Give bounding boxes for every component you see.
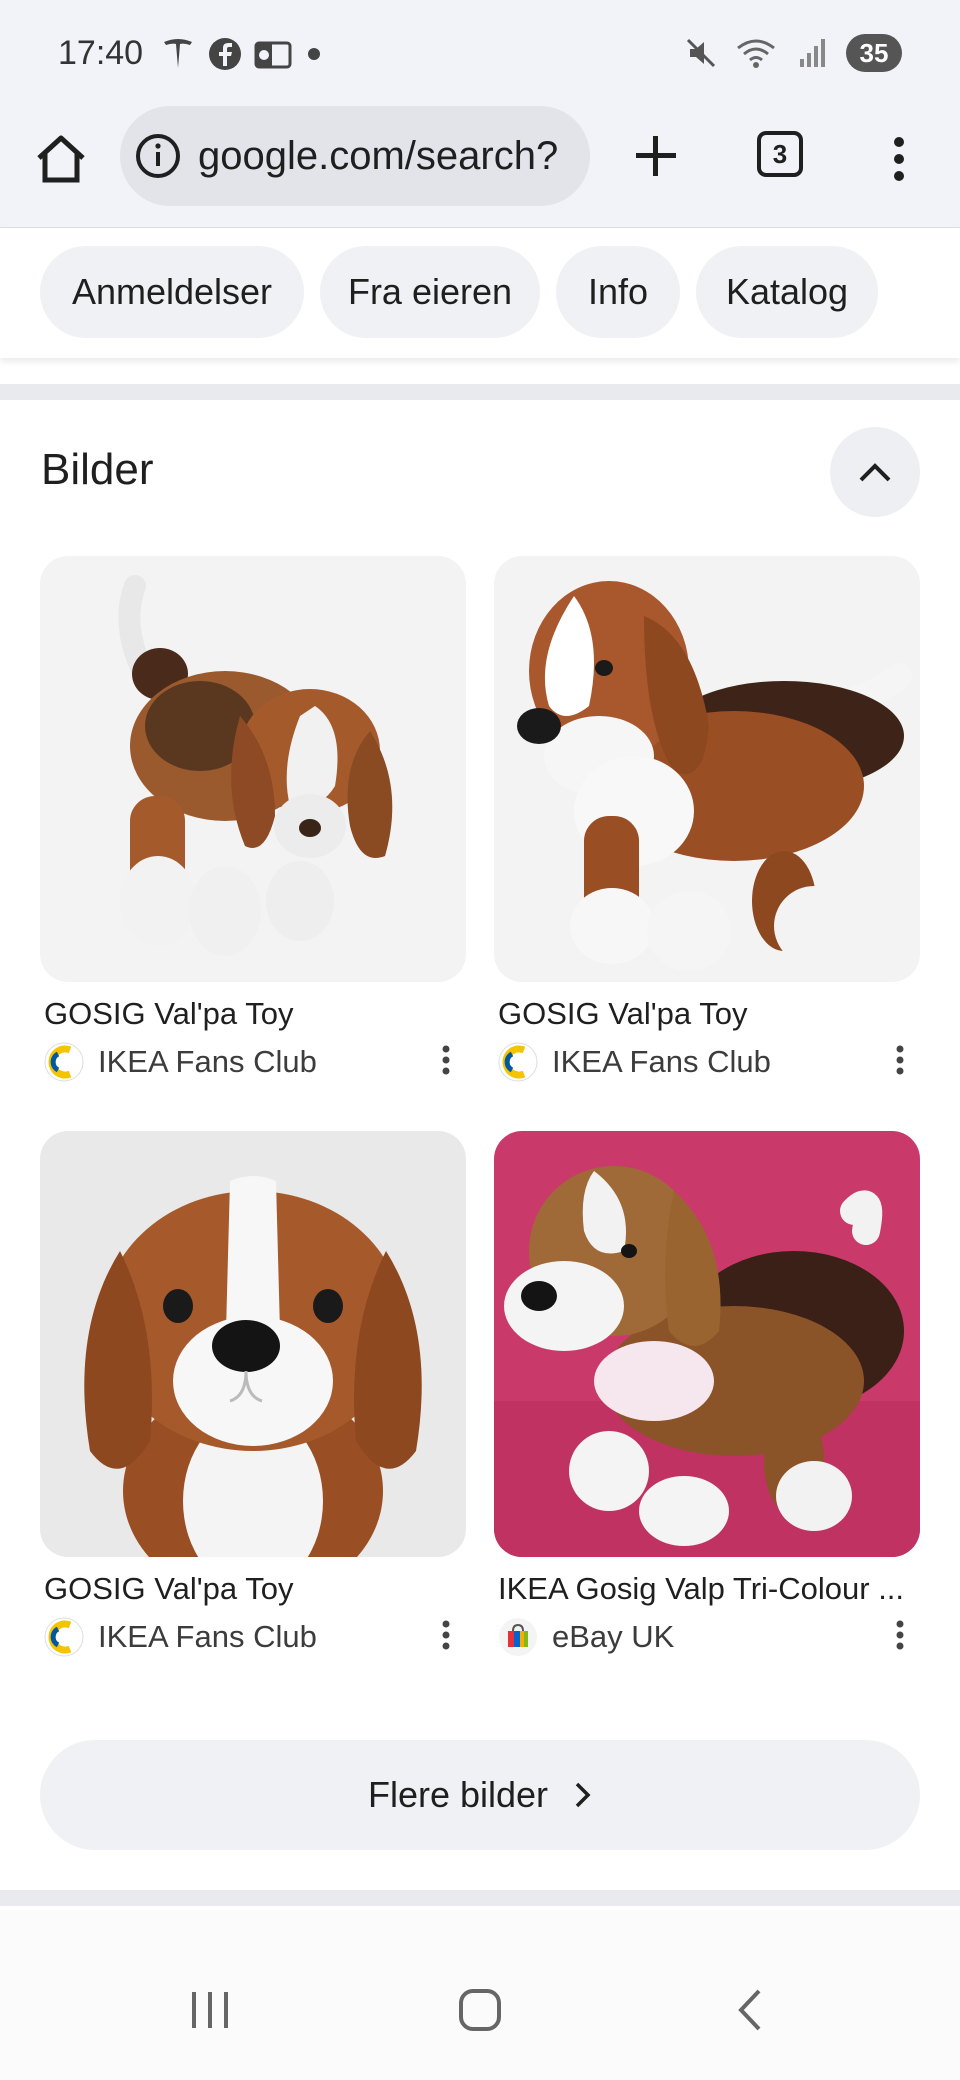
tab-switcher-button[interactable]: 3 — [757, 131, 803, 177]
chip-info[interactable]: Info — [556, 246, 680, 338]
browser-toolbar: google.com/search? 3 — [0, 104, 960, 228]
facebook-icon — [209, 38, 241, 70]
image-source[interactable]: IKEA Fans Club — [44, 1617, 317, 1657]
mute-icon — [686, 38, 716, 68]
collapse-button[interactable] — [830, 427, 920, 517]
image-thumbnail[interactable] — [40, 1131, 466, 1557]
image-title[interactable]: GOSIG Val'pa Toy — [44, 996, 464, 1032]
image-title[interactable]: GOSIG Val'pa Toy — [498, 996, 918, 1032]
more-options-button[interactable] — [434, 1040, 458, 1080]
system-nav-bar — [0, 1910, 960, 2080]
image-source[interactable]: IKEA Fans Club — [498, 1042, 771, 1082]
url-text: google.com/search? — [198, 133, 559, 178]
recent-apps-button[interactable] — [180, 1980, 240, 2040]
back-icon — [738, 1989, 761, 2031]
chip-anmeldelser[interactable]: Anmeldelser — [40, 246, 304, 338]
chip-fra-eieren[interactable]: Fra eieren — [320, 246, 540, 338]
overflow-menu-button[interactable] — [874, 126, 924, 192]
outlook-icon — [254, 41, 292, 69]
wifi-icon — [737, 39, 775, 68]
home-nav-icon — [459, 1989, 501, 2031]
image-title[interactable]: GOSIG Val'pa Toy — [44, 1571, 464, 1607]
image-source[interactable]: IKEA Fans Club — [44, 1042, 317, 1082]
plus-icon — [636, 136, 676, 176]
more-vert-icon — [896, 1045, 904, 1075]
status-icons: 35 — [684, 34, 902, 72]
image-thumbnail[interactable] — [494, 1131, 920, 1557]
home-button[interactable] — [30, 128, 92, 190]
more-images-button[interactable]: Flere bilder — [40, 1740, 920, 1850]
more-vert-icon — [896, 1620, 904, 1650]
ikea-fans-club-icon — [44, 1617, 84, 1657]
more-vert-icon — [442, 1045, 450, 1075]
plush-dog-image — [40, 1131, 466, 1557]
status-time: 17:40 — [58, 34, 144, 72]
plush-dog-image — [494, 1131, 920, 1557]
home-nav-button[interactable] — [450, 1980, 510, 2040]
signal-icon — [800, 39, 825, 67]
chevron-up-icon — [859, 463, 891, 482]
source-name: IKEA Fans Club — [98, 1619, 317, 1654]
ikea-fans-club-icon — [498, 1042, 538, 1082]
status-bar: 17:40 35 — [0, 0, 960, 104]
new-tab-button[interactable] — [626, 126, 686, 186]
ebay-icon — [499, 1618, 537, 1656]
more-notifications-dot-icon — [308, 48, 320, 60]
plush-dog-image — [494, 556, 920, 982]
more-options-button[interactable] — [434, 1615, 458, 1655]
more-vert-icon — [442, 1620, 450, 1650]
address-bar[interactable]: google.com/search? — [120, 106, 590, 206]
chip-katalog[interactable]: Katalog — [696, 246, 878, 338]
home-icon — [37, 135, 85, 183]
source-name: eBay UK — [552, 1619, 675, 1654]
back-button[interactable] — [720, 1980, 780, 2040]
battery-indicator: 35 — [846, 34, 902, 72]
more-options-button[interactable] — [888, 1040, 912, 1080]
plush-dog-image — [40, 556, 466, 982]
more-vert-icon — [894, 137, 904, 181]
section-divider — [0, 1890, 960, 1906]
image-source[interactable]: eBay UK — [498, 1617, 674, 1657]
source-name: IKEA Fans Club — [98, 1044, 317, 1079]
tesla-icon — [164, 39, 192, 68]
notification-icons — [160, 36, 324, 72]
image-title[interactable]: IKEA Gosig Valp Tri-Colour ... — [498, 1571, 918, 1607]
more-options-button[interactable] — [888, 1615, 912, 1655]
source-name: IKEA Fans Club — [552, 1044, 771, 1079]
section-title: Bilder — [41, 445, 154, 494]
section-divider — [0, 384, 960, 400]
chevron-right-icon — [575, 1782, 591, 1808]
image-thumbnail[interactable] — [40, 556, 466, 982]
recent-apps-icon — [192, 1992, 228, 2028]
image-thumbnail[interactable] — [494, 556, 920, 982]
filter-chips: Anmeldelser Fra eieren Info Katalog — [0, 228, 960, 358]
more-images-label: Flere bilder — [367, 1774, 549, 1815]
ikea-fans-club-icon — [44, 1042, 84, 1082]
site-info-icon[interactable] — [134, 132, 182, 180]
